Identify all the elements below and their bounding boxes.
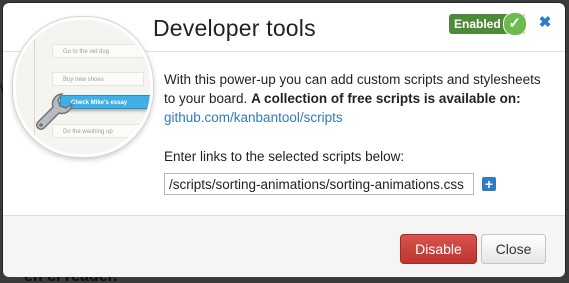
check-icon: ✓ [502, 12, 527, 36]
close-icon[interactable]: ✖ [538, 15, 552, 31]
scripts-repository-link[interactable]: github.com/kanbantool/scripts [164, 110, 343, 125]
script-url-input[interactable] [164, 173, 474, 195]
modal-body: With this power-up you can add custom sc… [3, 52, 565, 215]
modal-footer: Disable Close [3, 215, 565, 277]
modal-title: Developer tools [153, 15, 316, 41]
power-up-description: With this power-up you can add custom sc… [164, 70, 554, 127]
close-button[interactable]: Close [481, 234, 546, 264]
status-badge: Enabled ✓ [449, 12, 527, 36]
disable-button[interactable]: Disable [400, 234, 477, 264]
developer-tools-modal: Developer tools Enabled ✓ ✖ Go to the ve… [3, 3, 565, 277]
description-bold-text: A collection of free scripts is availabl… [251, 91, 521, 106]
script-links-label: Enter links to the selected scripts belo… [164, 149, 405, 164]
add-script-button[interactable]: + [482, 177, 496, 191]
status-badge-label: Enabled [454, 17, 501, 31]
